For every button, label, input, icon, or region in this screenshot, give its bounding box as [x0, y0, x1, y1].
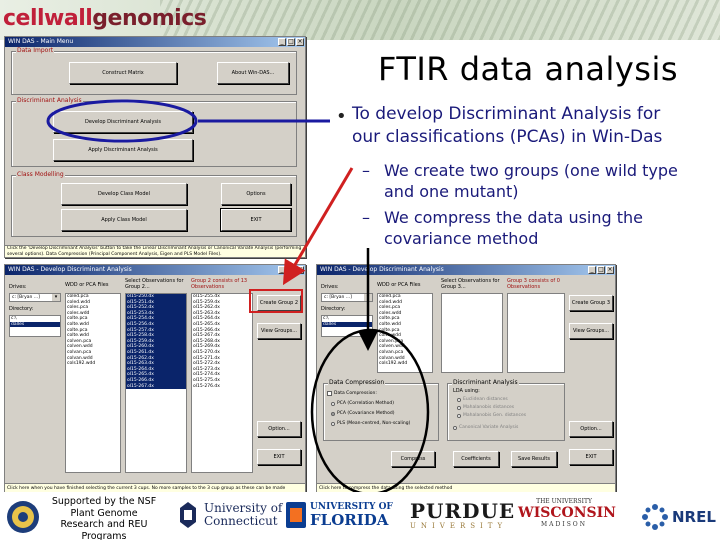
highlight-compression-ellipse: [310, 328, 430, 496]
uf-logo: UNIVERSITY OF FLORIDA: [310, 502, 393, 529]
uf-seal-icon: [286, 502, 306, 528]
red-arrow: [282, 167, 354, 286]
uconn-logo: University of Connecticut: [204, 501, 283, 528]
purdue-logo: PURDUE UNIVERSITY: [410, 499, 516, 530]
uconn-seal-icon: [180, 502, 196, 528]
wisconsin-logo: THE UNIVERSITY WISCONSIN MADISON: [518, 498, 616, 528]
nsf-support-text: Supported by the NSF Plant Genome Resear…: [51, 496, 157, 540]
nsf-seal-icon: [7, 501, 39, 533]
annotation-overlay: [46, 99, 430, 496]
nrel-logo-icon: [642, 504, 668, 530]
highlight-develop-da-ellipse: [46, 99, 198, 143]
highlight-create-group-rect: [249, 289, 303, 313]
nrel-logo: NREL: [672, 508, 716, 526]
